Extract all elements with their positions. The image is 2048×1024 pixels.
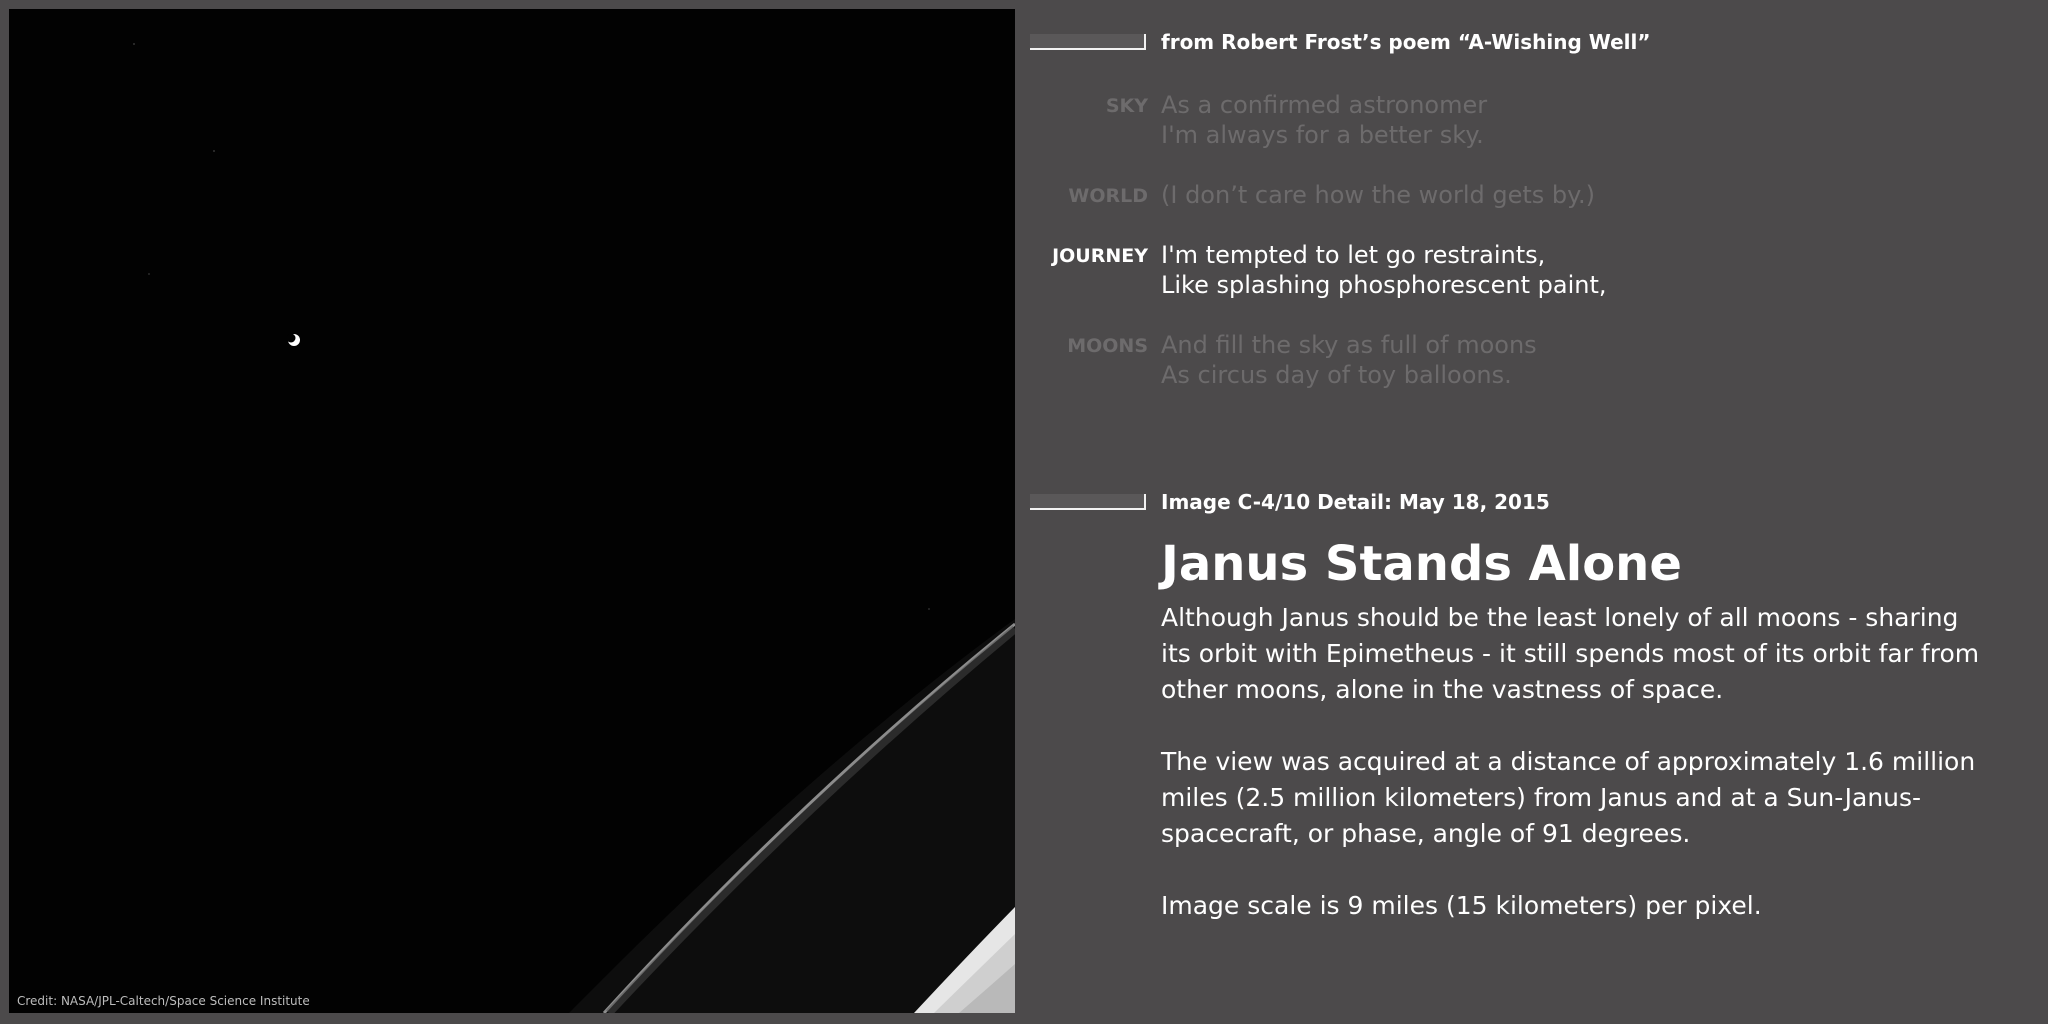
stanza-label: MOONS xyxy=(1067,335,1148,357)
poem-header: from Robert Frost’s poem “A-Wishing Well… xyxy=(1161,30,1651,54)
article-title: Janus Stands Alone xyxy=(1161,536,1682,592)
poem-line: And fill the sky as full of moons xyxy=(1161,331,1537,359)
saturn-rings-image xyxy=(9,9,1015,1013)
photo-credit: Credit: NASA/JPL-Caltech/Space Science I… xyxy=(17,994,310,1008)
space-photo: Credit: NASA/JPL-Caltech/Space Science I… xyxy=(9,9,1015,1013)
poem-header-bar xyxy=(1030,34,1146,50)
article-section: Image C-4/10 Detail: May 18, 2015 Janus … xyxy=(1030,490,2020,990)
article-paragraph: Although Janus should be the least lonel… xyxy=(1161,603,1980,704)
poem-line: I'm tempted to let go restraints, xyxy=(1161,241,1546,269)
poem-section: from Robert Frost’s poem “A-Wishing Well… xyxy=(1030,0,2020,420)
article-header-bar xyxy=(1030,494,1146,510)
stanza-lines: I'm tempted to let go restraints, Like s… xyxy=(1161,240,1607,300)
article-paragraph: Image scale is 9 miles (15 kilometers) p… xyxy=(1161,891,1762,920)
poem-line: (I don’t care how the world gets by.) xyxy=(1161,181,1595,209)
stanza-lines: And fill the sky as full of moons As cir… xyxy=(1161,330,1537,390)
poem-line: As a confirmed astronomer xyxy=(1161,91,1488,119)
article-paragraph: The view was acquired at a distance of a… xyxy=(1161,747,1976,848)
stanza-label: JOURNEY xyxy=(1052,245,1148,267)
stanza-label: SKY xyxy=(1105,95,1148,117)
poem-line: Like splashing phosphorescent paint, xyxy=(1161,271,1607,299)
stanza-label: WORLD xyxy=(1068,185,1148,207)
article-header: Image C-4/10 Detail: May 18, 2015 xyxy=(1161,490,1550,514)
article-body: Although Janus should be the least lonel… xyxy=(1161,600,1981,960)
poem-line: I'm always for a better sky. xyxy=(1161,121,1484,149)
stanza-lines: As a confirmed astronomer I'm always for… xyxy=(1161,90,1487,150)
stanza-lines: (I don’t care how the world gets by.) xyxy=(1161,180,1595,210)
poem-line: As circus day of toy balloons. xyxy=(1161,361,1512,389)
